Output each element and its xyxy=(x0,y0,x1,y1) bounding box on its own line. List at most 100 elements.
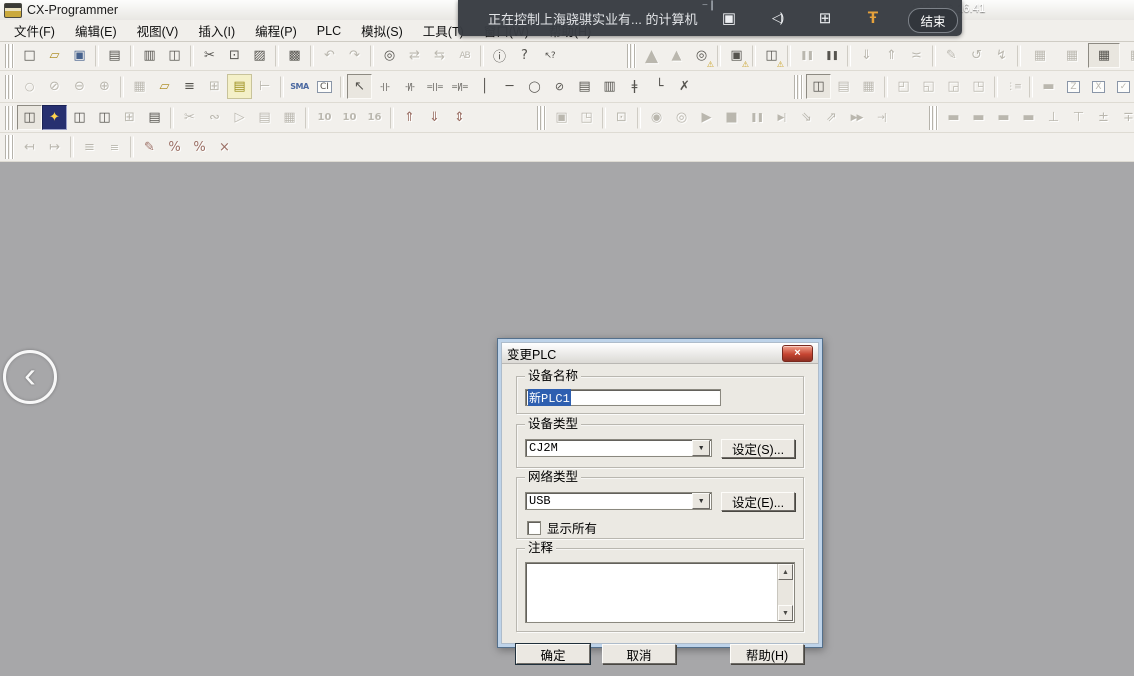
redo-icon[interactable]: ↷ xyxy=(342,43,367,68)
indent-rung-icon[interactable]: ↦ xyxy=(42,135,67,160)
stack-view-icon[interactable]: ▤ xyxy=(831,74,856,99)
dialog-titlebar[interactable]: 变更PLC × xyxy=(502,343,818,364)
toolbar-grip[interactable] xyxy=(794,75,803,99)
toolbar-grip[interactable] xyxy=(627,44,636,68)
continuous-step-icon[interactable]: ▶▶ xyxy=(844,105,869,130)
menu-simulation[interactable]: 模拟(S) xyxy=(351,19,413,42)
new-closed-coil-icon[interactable]: ⊘ xyxy=(547,74,572,99)
io-unit2-icon[interactable]: ▬ xyxy=(966,105,991,130)
pause-sim-icon[interactable]: ❚❚ xyxy=(744,105,769,130)
zoom-in-icon[interactable]: ⊕ xyxy=(92,74,117,99)
new-window-icon[interactable]: ⊞ xyxy=(812,6,838,30)
release-online-edit-icon[interactable]: ↯ xyxy=(989,43,1014,68)
back-button[interactable]: ‹ xyxy=(3,350,57,404)
paste-attributes-icon[interactable]: ▩ xyxy=(282,43,307,68)
window-monitor-icon[interactable]: ◫ xyxy=(806,74,831,99)
mnemonic-tree-icon[interactable]: ⊢ xyxy=(252,74,277,99)
mark-percent2-icon[interactable]: % xyxy=(187,135,212,160)
vertical-line-icon[interactable]: │ xyxy=(472,74,497,99)
replace-icon[interactable]: ⇆ xyxy=(427,43,452,68)
toolbar-grip[interactable] xyxy=(537,106,546,130)
properties-icon[interactable]: ▤ xyxy=(142,105,167,130)
watch-window-icon[interactable]: ◫ xyxy=(92,105,117,130)
menu-file[interactable]: 文件(F) xyxy=(4,19,65,42)
pushpin-icon[interactable]: Ŧ xyxy=(860,6,886,30)
toolbar-grip[interactable] xyxy=(5,75,14,99)
ok-button[interactable]: 确定 xyxy=(516,644,590,664)
toolbar-grip[interactable] xyxy=(5,44,14,68)
context-help-icon[interactable]: ↖? xyxy=(537,43,562,68)
change-all-icon[interactable]: AB xyxy=(452,43,477,68)
backup-warn-icon[interactable]: ▣ xyxy=(724,43,749,68)
online-edit-icon[interactable]: ✎ xyxy=(939,43,964,68)
fullscreen-icon[interactable]: ▣ xyxy=(716,6,742,30)
pause-monitor-gray-icon[interactable]: ❚❚ xyxy=(794,43,819,68)
cut-icon[interactable]: ✂ xyxy=(197,43,222,68)
info-icon[interactable]: ⓘ xyxy=(487,43,512,68)
mark-percent1-icon[interactable]: % xyxy=(162,135,187,160)
diff-trace-icon[interactable]: ✂ xyxy=(177,105,202,130)
set-on-icon[interactable]: Z xyxy=(1061,74,1086,99)
flag-monitor-icon[interactable]: ▷ xyxy=(227,105,252,130)
force-off-icon[interactable]: ⇓ xyxy=(422,105,447,130)
open-project-icon[interactable]: ▱ xyxy=(42,43,67,68)
cancel-button[interactable]: 取消 xyxy=(602,644,676,664)
force-on-icon[interactable]: ⇑ xyxy=(397,105,422,130)
pause-monitor-icon[interactable]: ❚❚ xyxy=(819,43,844,68)
new-vertical-icon[interactable]: ǂ xyxy=(622,74,647,99)
compare-with-plc-icon[interactable]: ≍ xyxy=(904,43,929,68)
coil-usage-icon[interactable]: ∾ xyxy=(202,105,227,130)
simulator-transfer-icon[interactable]: ◳ xyxy=(574,105,599,130)
scan-run-icon[interactable]: →| xyxy=(869,105,894,130)
differential-monitor-icon[interactable]: ⋮≡ xyxy=(1001,74,1026,99)
new-project-icon[interactable]: □ xyxy=(17,43,42,68)
transfer-to-plc-icon[interactable]: ⇓ xyxy=(854,43,879,68)
scroll-down-icon[interactable]: ▼ xyxy=(778,605,793,621)
io-table-icon[interactable]: ▦ xyxy=(277,105,302,130)
io-unit1-icon[interactable]: ▬ xyxy=(941,105,966,130)
timing4-icon[interactable]: ∓ xyxy=(1116,105,1134,130)
io-unit4-icon[interactable]: ▬ xyxy=(1016,105,1041,130)
output-window-icon[interactable]: ◫ xyxy=(67,105,92,130)
zoom-region-icon[interactable]: ⊘ xyxy=(42,74,67,99)
step-out-icon[interactable]: ⇗ xyxy=(819,105,844,130)
mark-edit-icon[interactable]: ✎ xyxy=(137,135,162,160)
clear-breakpoints-icon[interactable]: ◎ xyxy=(669,105,694,130)
print-preview-icon[interactable]: ◫ xyxy=(162,43,187,68)
chevron-down-icon[interactable]: ▼ xyxy=(692,440,710,456)
compile-icon[interactable]: ✦ xyxy=(42,105,67,130)
mode-run-icon[interactable]: ▦ xyxy=(1120,43,1134,68)
menu-edit[interactable]: 编辑(E) xyxy=(65,19,127,42)
comment-textarea[interactable]: ▲ ▼ xyxy=(525,562,795,623)
device-type-settings-button[interactable]: 设定(S)... xyxy=(721,439,795,458)
mnemonics-view-icon[interactable]: SMA xyxy=(287,74,312,99)
network-type-select[interactable]: USB ▼ xyxy=(525,492,712,510)
workspace-toggle-icon[interactable]: ◫ xyxy=(17,105,42,130)
address-comment-icon[interactable]: ≡ xyxy=(177,74,202,99)
online-find-icon[interactable]: ◎ xyxy=(689,43,714,68)
monitor-decimal-icon[interactable]: 10 xyxy=(312,105,337,130)
menu-program[interactable]: 编程(P) xyxy=(245,19,307,42)
set-off-icon[interactable]: X xyxy=(1086,74,1111,99)
toolbar-grip[interactable] xyxy=(929,106,938,130)
stop-icon[interactable]: ■ xyxy=(719,105,744,130)
set-value-icon[interactable]: ▬ xyxy=(1036,74,1061,99)
mode-monitor-icon[interactable]: ▦ xyxy=(1088,43,1120,68)
save-project-icon[interactable]: ▣ xyxy=(67,43,92,68)
new-closed-or-contact-icon[interactable]: =|/|= xyxy=(447,74,472,99)
copy-icon[interactable]: ⊡ xyxy=(222,43,247,68)
new-contact-icon[interactable]: -| |- xyxy=(372,74,397,99)
memory-view-icon[interactable]: ▤ xyxy=(252,105,277,130)
data-trace-icon[interactable]: ▦ xyxy=(856,74,881,99)
monitor-signed-icon[interactable]: 10 xyxy=(337,105,362,130)
line-connect-icon[interactable]: └ xyxy=(647,74,672,99)
page-setup-icon[interactable]: ▤ xyxy=(102,43,127,68)
new-or-contact-icon[interactable]: =| |= xyxy=(422,74,447,99)
section-comment-icon[interactable]: ▱ xyxy=(152,74,177,99)
watch-sheet2-icon[interactable]: ◱ xyxy=(916,74,941,99)
force-cancel-icon[interactable]: ⇕ xyxy=(447,105,472,130)
network-type-settings-button[interactable]: 设定(E)... xyxy=(721,492,795,511)
rung-wrap-icon[interactable]: ⊞ xyxy=(202,74,227,99)
chevron-down-icon[interactable]: ▼ xyxy=(692,493,710,509)
end-control-button[interactable]: 结束 xyxy=(908,8,958,33)
